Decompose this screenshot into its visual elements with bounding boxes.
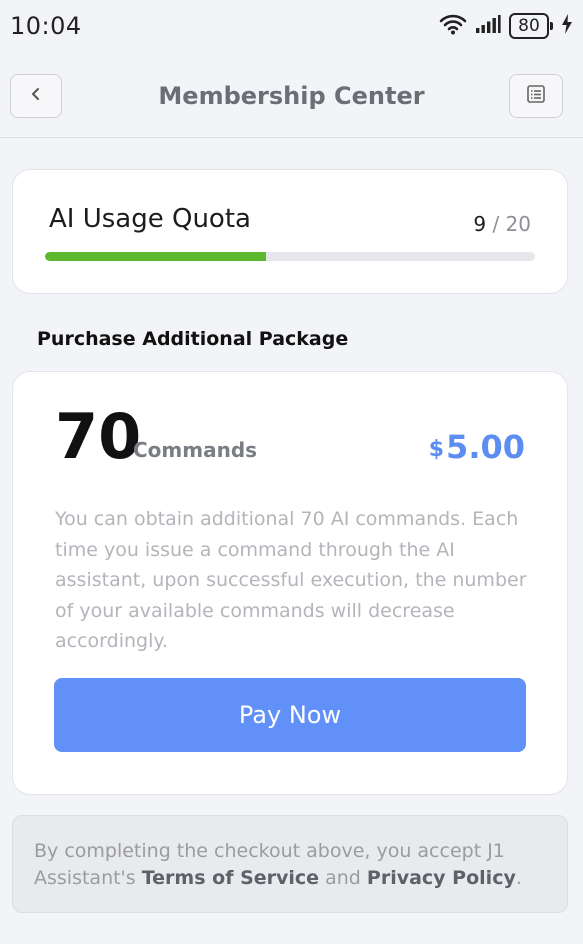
package-card: 70 Commands $5.00 You can obtain additio… bbox=[12, 371, 568, 795]
quota-card: AI Usage Quota 9 / 20 bbox=[12, 169, 568, 294]
list-icon bbox=[526, 84, 546, 108]
terms-of-service-link[interactable]: Terms of Service bbox=[142, 867, 319, 889]
quota-progress-fill bbox=[45, 252, 266, 261]
status-bar: 10:04 80 bbox=[0, 0, 583, 52]
section-heading: Purchase Additional Package bbox=[37, 328, 349, 350]
battery-level: 80 bbox=[509, 13, 549, 39]
wifi-icon bbox=[439, 13, 467, 39]
package-description: You can obtain additional 70 AI commands… bbox=[55, 508, 527, 652]
package-price: $5.00 bbox=[429, 428, 525, 466]
terms-notice: By completing the checkout above, you ac… bbox=[12, 815, 568, 913]
charging-icon bbox=[561, 14, 573, 38]
order-list-button[interactable] bbox=[509, 74, 563, 118]
page-title: Membership Center bbox=[158, 82, 425, 110]
package-count: 70 bbox=[55, 400, 142, 473]
package-unit: Commands bbox=[133, 438, 258, 462]
terms-suffix: . bbox=[515, 867, 522, 889]
privacy-policy-link[interactable]: Privacy Policy bbox=[367, 867, 516, 889]
quota-separator: / bbox=[492, 212, 500, 236]
quota-title: AI Usage Quota bbox=[49, 204, 251, 234]
pay-now-button[interactable]: Pay Now bbox=[54, 678, 526, 752]
price-currency: $ bbox=[428, 437, 445, 462]
battery-icon: 80 bbox=[509, 13, 553, 39]
price-amount: 5.00 bbox=[446, 428, 525, 466]
status-icons: 80 bbox=[439, 13, 573, 39]
signal-icon bbox=[475, 14, 501, 38]
quota-total: 20 bbox=[505, 212, 531, 236]
nav-bar: Membership Center bbox=[0, 52, 583, 138]
quota-count: 9 / 20 bbox=[473, 212, 531, 236]
quota-progress-bar bbox=[45, 252, 535, 261]
quota-used: 9 bbox=[473, 212, 487, 236]
status-time: 10:04 bbox=[10, 12, 82, 40]
terms-and: and bbox=[319, 867, 367, 889]
